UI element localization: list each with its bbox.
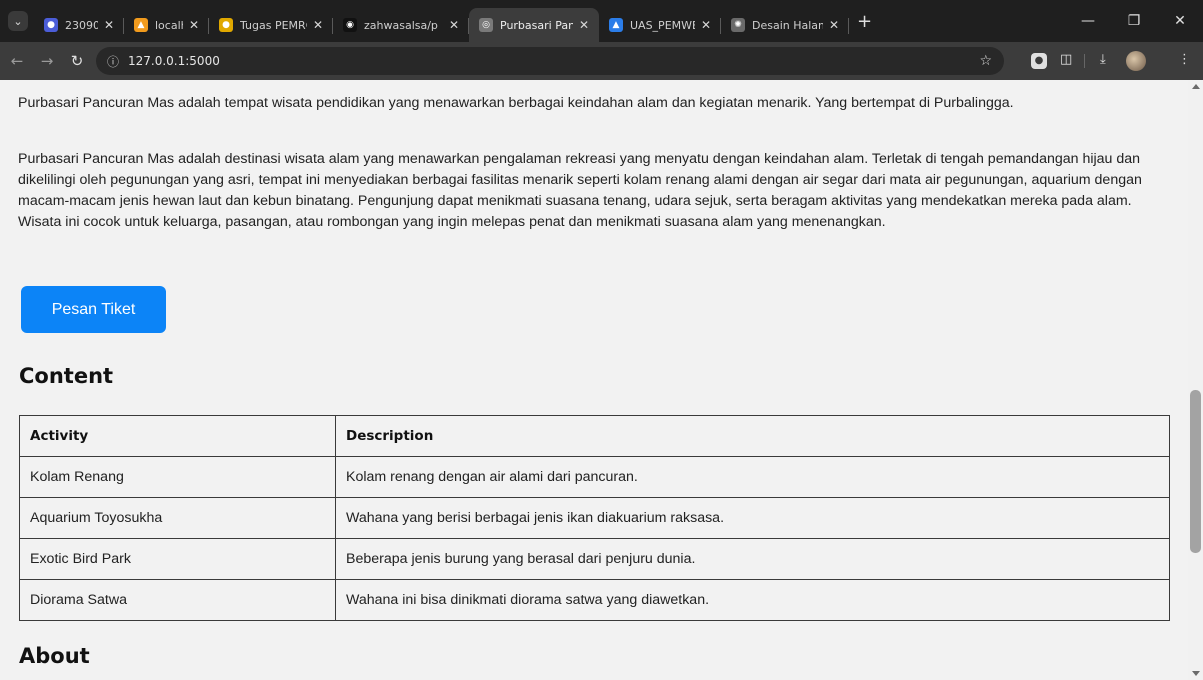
- about-heading: About: [19, 644, 90, 668]
- description-paragraph: Purbasari Pancuran Mas adalah destinasi …: [18, 151, 1142, 230]
- close-tab-icon[interactable]: ✕: [313, 18, 325, 32]
- activity-cell: Exotic Bird Park: [19, 538, 336, 580]
- browser-tab[interactable]: ◉ zahwasalsa/p ✕: [333, 8, 469, 42]
- intro-paragraph: Purbasari Pancuran Mas adalah tempat wis…: [18, 95, 1014, 111]
- globe-favicon-icon: ◎: [479, 18, 493, 32]
- kebab-menu-icon[interactable]: ⋮: [1178, 52, 1191, 67]
- profile-avatar[interactable]: [1126, 51, 1146, 71]
- back-arrow-icon[interactable]: ←: [4, 48, 30, 74]
- close-tab-icon[interactable]: ✕: [701, 18, 713, 32]
- browser-window: ⌄ ● 23090065 - Pi ✕ ▲ localhost / 12 ✕ ● Tugas …: [0, 0, 1203, 680]
- close-tab-icon[interactable]: ✕: [829, 18, 841, 32]
- table-row: Exotic Bird Park Beberapa jenis burung y…: [19, 538, 1170, 580]
- address-bar[interactable]: ⓘ 127.0.0.1:5000 ☆: [96, 47, 1004, 75]
- reload-icon[interactable]: ↻: [64, 48, 90, 74]
- restore-icon[interactable]: ❐: [1111, 0, 1157, 42]
- browser-tab[interactable]: ● 23090065 - Pi ✕: [34, 8, 124, 42]
- tab-title: Purbasari Panc: [500, 18, 573, 32]
- tab-title: Tugas PEMRO: [240, 18, 307, 32]
- scroll-up-arrow-icon[interactable]: [1192, 84, 1200, 89]
- pesan-tiket-button[interactable]: Pesan Tiket: [21, 286, 166, 333]
- drive-favicon-icon: ▲: [609, 18, 623, 32]
- activity-column-header: Activity: [19, 415, 336, 457]
- window-controls: — ❐ ✕: [1065, 0, 1203, 42]
- tab-separator: [848, 18, 849, 34]
- browser-tab[interactable]: ▲ UAS_PEMWEB ✕: [599, 8, 721, 42]
- chatgpt-favicon-icon: ✺: [731, 18, 745, 32]
- extensions-puzzle-icon[interactable]: ◫: [1060, 52, 1072, 67]
- description-cell: Wahana yang berisi berbagai jenis ikan d…: [335, 497, 1170, 539]
- activity-table: Activity Description Kolam Renang Kolam …: [19, 415, 1170, 621]
- phpmyadmin-favicon-icon: ▲: [134, 18, 148, 32]
- description-cell: Beberapa jenis burung yang berasal dari …: [335, 538, 1170, 580]
- close-tab-icon[interactable]: ✕: [579, 18, 591, 32]
- description-cell: Kolam renang dengan air alami dari pancu…: [335, 456, 1170, 498]
- activity-cell: Kolam Renang: [19, 456, 336, 498]
- tab-list: ● 23090065 - Pi ✕ ▲ localhost / 12 ✕ ● Tugas PE…: [34, 0, 849, 42]
- tab-title: zahwasalsa/p: [364, 18, 438, 32]
- table-row: Diorama Satwa Wahana ini bisa dinikmati …: [19, 579, 1170, 621]
- content-heading: Content: [19, 364, 114, 388]
- new-tab-plus-icon[interactable]: +: [857, 11, 872, 32]
- table-row: Aquarium Toyosukha Wahana yang berisi be…: [19, 497, 1170, 539]
- course-favicon-icon: ●: [219, 18, 233, 32]
- table-header-row: Activity Description: [19, 415, 1170, 457]
- page-viewport: Purbasari Pancuran Mas adalah tempat wis…: [0, 80, 1188, 680]
- page-scrollbar[interactable]: [1188, 80, 1203, 680]
- tab-strip: ⌄ ● 23090065 - Pi ✕ ▲ localhost / 12 ✕ ● Tugas …: [0, 0, 1203, 42]
- url-text[interactable]: 127.0.0.1:5000: [128, 54, 220, 68]
- description-column-header: Description: [335, 415, 1170, 457]
- bookmark-star-icon[interactable]: ☆: [979, 53, 992, 69]
- browser-tab[interactable]: ● Tugas PEMRO ✕: [209, 8, 333, 42]
- toolbar-divider: [1084, 54, 1085, 68]
- minimize-icon[interactable]: —: [1065, 0, 1111, 42]
- scroll-down-arrow-icon[interactable]: [1192, 671, 1200, 676]
- tab-search-chevron-icon[interactable]: ⌄: [8, 11, 28, 31]
- tab-title: UAS_PEMWEB: [630, 18, 695, 32]
- description-cell: Wahana ini bisa dinikmati diorama satwa …: [335, 579, 1170, 621]
- close-tab-icon[interactable]: ✕: [449, 18, 461, 32]
- download-icon[interactable]: ⤓: [1100, 52, 1106, 67]
- close-window-icon[interactable]: ✕: [1157, 0, 1203, 42]
- close-tab-icon[interactable]: ✕: [104, 18, 116, 32]
- activity-cell: Diorama Satwa: [19, 579, 336, 621]
- scrollbar-thumb[interactable]: [1190, 390, 1201, 553]
- site-info-icon[interactable]: ⓘ: [102, 53, 124, 70]
- table-row: Kolam Renang Kolam renang dengan air ala…: [19, 456, 1170, 498]
- extension-shield-icon[interactable]: ●: [1031, 53, 1047, 69]
- tab-title: localhost / 12: [155, 18, 183, 32]
- browser-tab[interactable]: ◎ Purbasari Panc ✕: [469, 8, 599, 42]
- tab-title: 23090065 - Pi: [65, 18, 98, 32]
- activity-cell: Aquarium Toyosukha: [19, 497, 336, 539]
- tab-title: Desain Halam: [752, 18, 823, 32]
- close-tab-icon[interactable]: ✕: [189, 18, 201, 32]
- browser-tab[interactable]: ▲ localhost / 12 ✕: [124, 8, 209, 42]
- browser-toolbar: ← → ↻ ⓘ 127.0.0.1:5000 ☆ ● ◫ ⤓ ⋮: [0, 42, 1203, 80]
- browser-tab[interactable]: ✺ Desain Halam ✕: [721, 8, 849, 42]
- profile-favicon-icon: ●: [44, 18, 58, 32]
- forward-arrow-icon[interactable]: →: [34, 48, 60, 74]
- github-favicon-icon: ◉: [343, 18, 357, 32]
